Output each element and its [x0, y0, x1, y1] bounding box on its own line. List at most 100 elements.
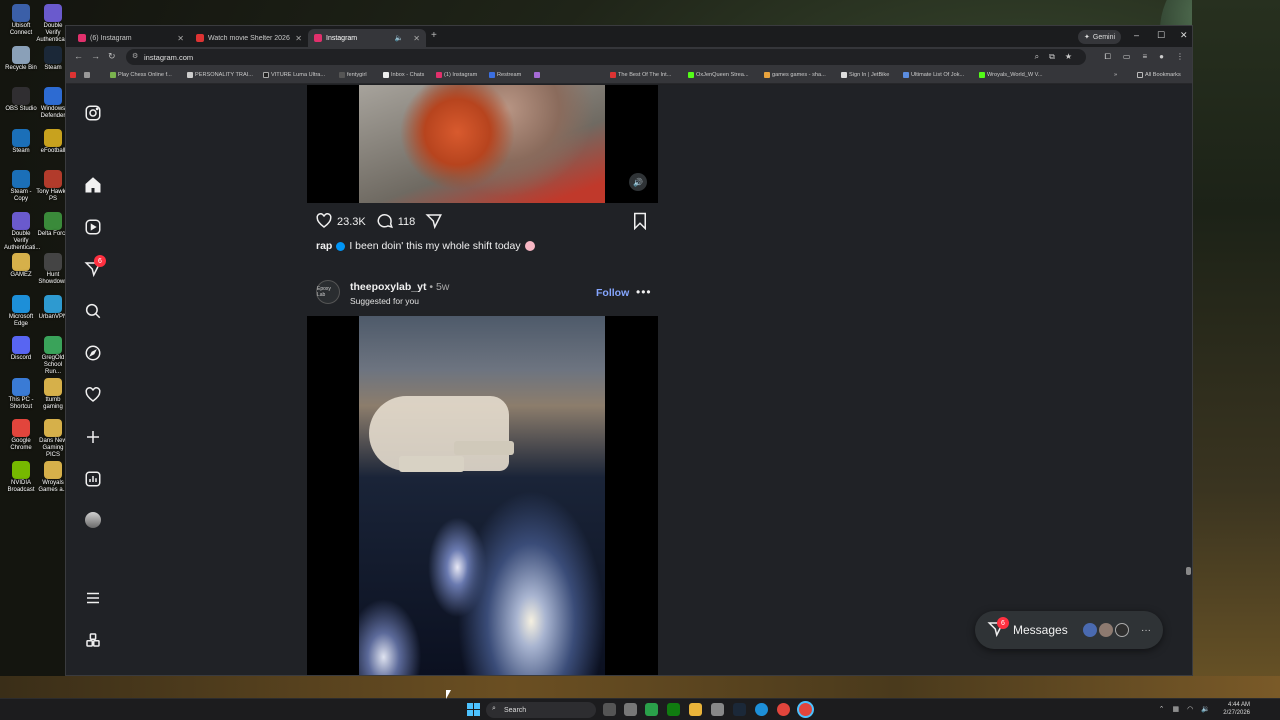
media-player-icon[interactable] [645, 703, 658, 716]
comment-icon[interactable] [376, 212, 394, 233]
bookmark-item[interactable]: games games - sha... [764, 72, 826, 78]
audio-icon[interactable]: 🔈 [395, 34, 404, 42]
reload-button[interactable]: ↻ [108, 51, 116, 62]
settings-icon[interactable] [624, 703, 637, 716]
also-from-meta-icon[interactable] [83, 630, 103, 650]
tab-instagram-1[interactable]: (6) Instagram ✕ [72, 29, 190, 47]
apps-icon[interactable] [70, 72, 76, 78]
desktop-shortcut[interactable]: Ubisoft Connect [4, 4, 38, 37]
site-info-icon[interactable]: ⚙ [132, 52, 138, 60]
scrollbar[interactable] [1184, 85, 1192, 675]
caption-username[interactable]: rap [316, 240, 332, 252]
desktop-shortcut[interactable]: OBS Studio [4, 87, 38, 113]
more-menu-icon[interactable] [83, 588, 103, 608]
shortcut-icon [12, 377, 30, 396]
bookmark-item[interactable]: Ultimate List Of Jok... [903, 72, 964, 78]
task-view-icon[interactable] [603, 703, 616, 716]
search-icon[interactable] [83, 301, 103, 321]
post2-avatar[interactable]: Epoxy Lab [316, 280, 340, 304]
menu-icon[interactable]: ⋮ [1176, 52, 1184, 62]
bookmark-item[interactable]: (1) Instagram [436, 72, 477, 78]
media-icon[interactable]: ≡ [1142, 52, 1147, 62]
bookmark-item[interactable]: Play Chess Online f... [110, 72, 172, 78]
messages-button[interactable]: 6 Messages ··· [975, 611, 1163, 649]
desktop-shortcut[interactable]: GAMEZ [4, 253, 38, 279]
start-button-icon[interactable] [467, 703, 480, 716]
side-panel-icon[interactable]: ▭ [1123, 52, 1131, 62]
desktop-shortcut[interactable]: Double Verify Authenticati... [4, 211, 40, 252]
new-tab-button[interactable]: + [431, 30, 437, 41]
post2-username[interactable]: theepoxylab_yt [350, 281, 426, 293]
close-tab-icon[interactable]: ✕ [177, 34, 184, 43]
bookmark-item[interactable] [534, 72, 540, 78]
extensions-icon[interactable]: ⧠ [1105, 52, 1111, 62]
desktop-shortcut[interactable]: This PC - Shortcut [4, 377, 38, 411]
install-app-icon[interactable]: ⧉ [1049, 52, 1055, 62]
home-icon[interactable] [83, 175, 103, 195]
store-icon[interactable] [711, 703, 724, 716]
more-bookmarks-icon[interactable]: » [1114, 72, 1117, 78]
minimize-button[interactable]: – [1134, 30, 1139, 40]
heart-icon[interactable] [83, 385, 103, 405]
desktop-shortcut[interactable]: Steam [4, 128, 38, 155]
bookmark-item[interactable]: Restream [489, 72, 521, 78]
save-icon[interactable] [632, 212, 648, 235]
profile-avatar[interactable] [85, 512, 101, 528]
bookmark-star-icon[interactable]: ★ [1065, 52, 1072, 62]
create-icon[interactable] [83, 427, 103, 447]
forward-button[interactable]: → [91, 51, 100, 61]
bookmark-item[interactable]: PERSONALITY TRAI... [187, 72, 253, 78]
chrome-icon[interactable] [777, 703, 790, 716]
volume-icon[interactable]: 🔉 [1201, 705, 1210, 713]
desktop-shortcut[interactable]: Steam - Copy [4, 170, 38, 203]
close-window-button[interactable]: ✕ [1180, 30, 1188, 41]
all-bookmarks[interactable]: All Bookmarks [1137, 72, 1181, 78]
bookmark-item[interactable]: Inbox - Chats [383, 72, 424, 78]
close-tab-icon[interactable]: ✕ [413, 34, 420, 43]
explore-icon[interactable] [83, 343, 103, 363]
bookmark-item[interactable]: fentygirl [339, 72, 367, 78]
bookmark-item[interactable]: Sign In | JetBike [841, 72, 889, 78]
file-explorer-icon[interactable] [689, 703, 702, 716]
desktop-shortcut[interactable]: NVIDIA Broadcast [4, 460, 38, 494]
profile-icon[interactable]: ● [1159, 52, 1164, 62]
bookmark-item[interactable]: VITURE Luma Ultra... [263, 72, 325, 78]
close-tab-icon[interactable]: ✕ [295, 34, 302, 43]
clock[interactable]: 4:44 AM 2/27/2026 [1223, 701, 1250, 717]
bookmark-item[interactable]: Wroyals_World_W V... [979, 72, 1043, 78]
desktop-shortcut[interactable]: Google Chrome [4, 419, 38, 452]
gemini-button[interactable]: ✦ Gemini [1078, 30, 1122, 44]
network-icon[interactable]: ▦ [1173, 705, 1180, 713]
grid-icon[interactable] [84, 72, 90, 78]
reels-icon[interactable] [83, 217, 103, 237]
desktop-shortcut[interactable]: Recycle Bin [4, 45, 38, 72]
post-options-icon[interactable]: ••• [636, 285, 652, 299]
post1-video[interactable]: 🔊 [307, 85, 658, 203]
like-icon[interactable] [315, 212, 333, 233]
follow-button[interactable]: Follow [596, 287, 629, 299]
chrome-active-icon[interactable] [799, 703, 812, 716]
tab-instagram-active[interactable]: Instagram 🔈 ✕ [308, 29, 426, 47]
desktop-shortcut[interactable]: Microsoft Edge [4, 294, 38, 328]
back-button[interactable]: ← [74, 51, 83, 61]
address-bar[interactable]: ⚙ instagram.com [126, 49, 1086, 65]
steam-icon[interactable] [733, 703, 746, 716]
mute-button[interactable]: 🔊 [629, 173, 647, 191]
xbox-icon[interactable] [667, 703, 680, 716]
bookmark-item[interactable]: OxJenQueen Strea... [688, 72, 749, 78]
tab-watch-movie[interactable]: Watch movie Shelter 2026 on I... ✕ [190, 29, 308, 47]
dashboard-icon[interactable] [83, 469, 103, 489]
maximize-button[interactable]: ☐ [1157, 30, 1165, 41]
zoom-icon[interactable]: ⌕ [1035, 52, 1039, 62]
instagram-logo-icon[interactable] [83, 103, 103, 123]
scrollbar-thumb[interactable] [1186, 567, 1191, 575]
wifi-icon[interactable]: ◠ [1187, 705, 1193, 713]
bookmark-item[interactable]: The Best Of The Int... [610, 72, 671, 78]
desktop-shortcut[interactable]: Discord [4, 336, 38, 362]
tray-chevron-icon[interactable]: ⌃ [1159, 705, 1165, 713]
messages-more-icon[interactable]: ··· [1141, 625, 1151, 636]
taskbar-search[interactable]: ⌕ Search [486, 702, 596, 718]
edge-icon[interactable] [755, 703, 768, 716]
post2-video[interactable] [307, 316, 658, 675]
share-icon[interactable] [425, 212, 443, 233]
